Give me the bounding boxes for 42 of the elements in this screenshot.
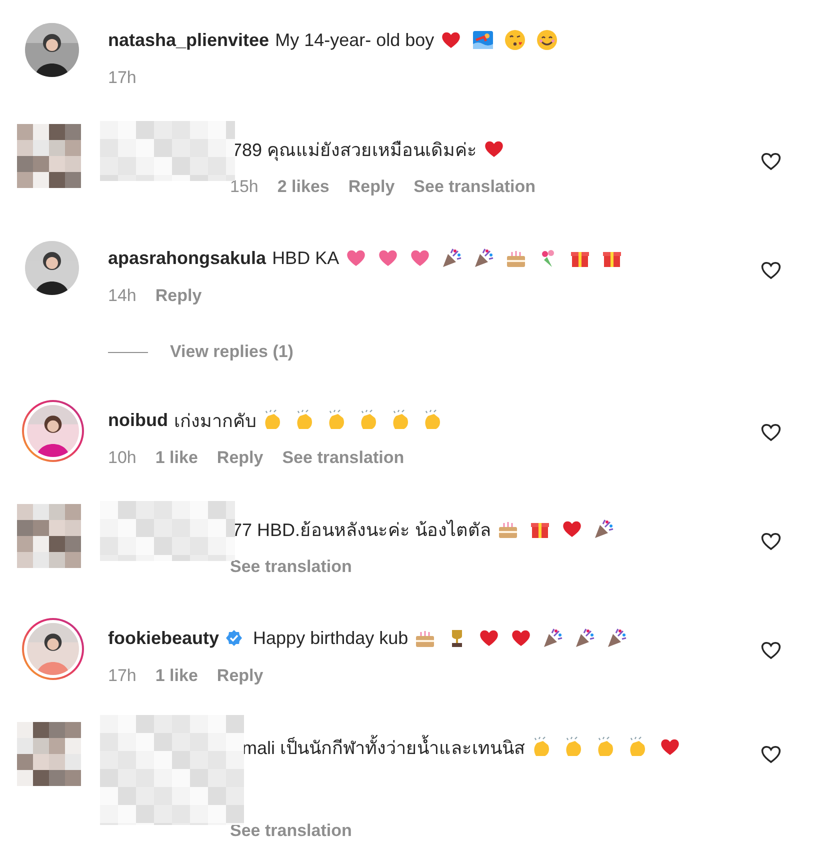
comment-text: My 14-year- old boy <box>275 30 434 50</box>
comment-text: mali เป็นนักกีฬาทั้งว่ายน้ำและเทนนิส <box>242 732 526 762</box>
comment-text: Happy birthday kub <box>253 628 408 648</box>
reply-link[interactable]: Reply <box>216 666 264 686</box>
username[interactable]: fookiebeauty <box>108 628 220 648</box>
comment-text: HBD KA <box>272 248 340 268</box>
party-popper-icon <box>441 247 464 269</box>
like-heart-icon[interactable] <box>760 421 782 443</box>
username[interactable]: natasha_plienvitee <box>108 30 270 50</box>
like-heart-icon[interactable] <box>760 639 782 661</box>
party-popper-icon <box>473 247 496 269</box>
comment-text: 789 คุณแม่ยังสวยเหมือนเดิมค่ะ <box>232 138 478 163</box>
like-heart-icon[interactable] <box>760 530 782 552</box>
comment-time: 15h <box>230 177 258 197</box>
username[interactable]: noibud <box>108 410 168 430</box>
party-popper-icon <box>542 627 564 649</box>
smile-face-icon <box>536 29 558 51</box>
like-heart-icon[interactable] <box>760 743 782 765</box>
party-popper-icon <box>606 627 628 649</box>
party-popper-icon <box>574 627 596 649</box>
username[interactable]: apasrahongsakula <box>108 248 266 268</box>
comment-text: เก่งมากคับ <box>174 410 256 432</box>
likes-count-link[interactable]: 2 likes <box>277 177 330 197</box>
view-replies-link[interactable]: View replies (1) <box>170 342 294 362</box>
kiss-face-icon <box>504 29 526 51</box>
comment-time: 17h <box>108 68 136 88</box>
likes-count-link[interactable]: 1 like <box>155 666 198 686</box>
see-translation-link[interactable]: See translation <box>230 557 352 577</box>
like-heart-icon[interactable] <box>760 150 782 172</box>
see-translation-link[interactable]: See translation <box>414 177 536 197</box>
like-heart-icon[interactable] <box>760 259 782 281</box>
reply-link[interactable]: Reply <box>216 448 264 468</box>
see-translation-link[interactable]: See translation <box>230 821 352 841</box>
see-translation-link[interactable]: See translation <box>282 448 404 468</box>
party-popper-icon <box>593 518 616 540</box>
reply-link[interactable]: Reply <box>155 286 202 306</box>
swimmer-icon <box>472 29 494 51</box>
comment-time: 17h <box>108 666 136 686</box>
comment-time: 10h <box>108 448 136 468</box>
reply-link[interactable]: Reply <box>348 177 395 197</box>
comment-time: 14h <box>108 286 136 306</box>
likes-count-link[interactable]: 1 like <box>155 448 198 468</box>
